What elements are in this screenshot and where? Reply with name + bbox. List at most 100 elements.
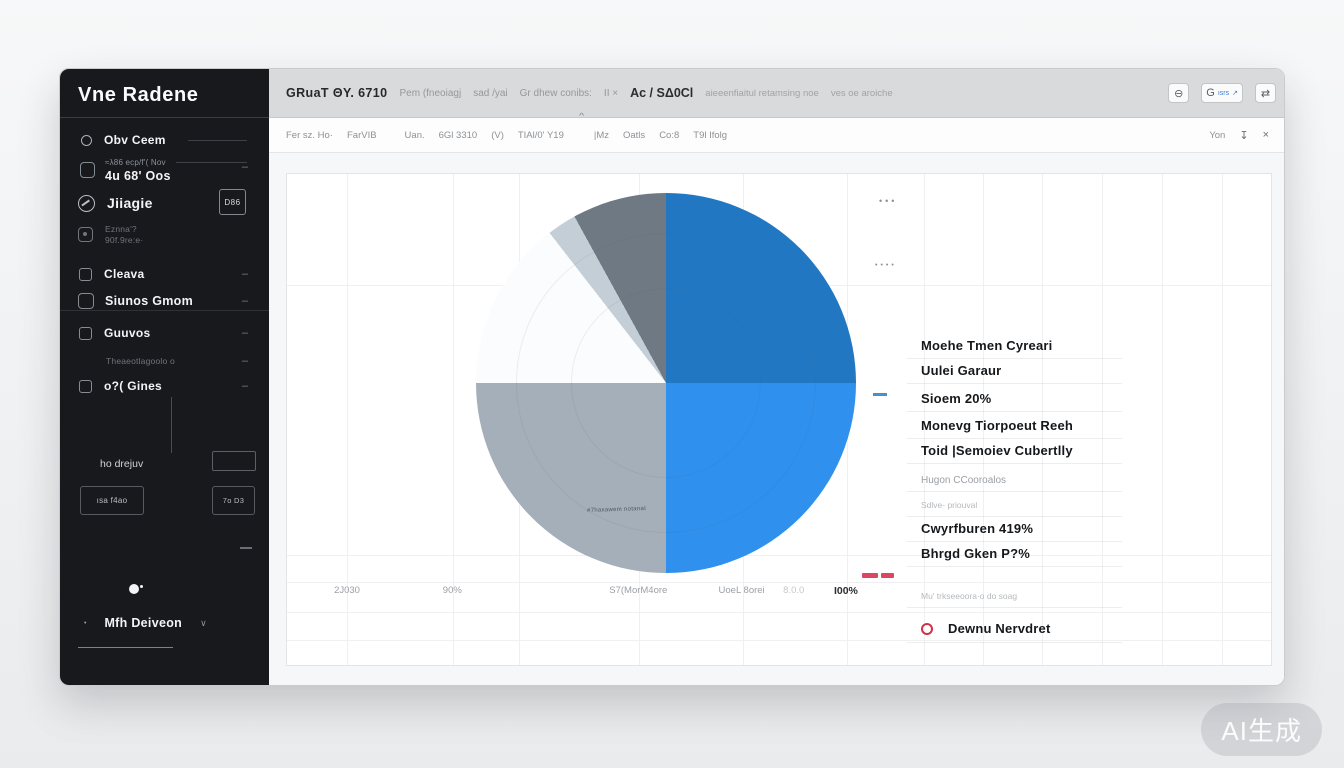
legend-row: Cwyrfburen 419% xyxy=(907,517,1122,542)
app-title: Vne Radene xyxy=(60,69,269,118)
sidebar-item-eznna[interactable]: Eznna'? 90f.9re:e· xyxy=(60,221,269,247)
legend-row: Sdlve- priouval xyxy=(907,492,1122,517)
axis-tick-label: 8.0.0 xyxy=(783,585,804,596)
gridline xyxy=(287,555,1271,556)
bullet-icon: • xyxy=(84,620,86,627)
clock-icon: ⊖ xyxy=(1174,87,1183,100)
legend: Moehe Tmen Cyreari Uulei Garaur Sioem 20… xyxy=(907,334,1122,643)
legend-row: Sioem 20% xyxy=(907,384,1122,412)
sidebar-item-label: o?( Gines xyxy=(104,379,162,393)
sidebar-item-guuvos[interactable]: Guuvos – xyxy=(60,324,269,342)
legend-row: Dewnu Nervdret xyxy=(907,616,1122,643)
square-dot-icon xyxy=(78,227,93,242)
gridline xyxy=(287,640,1271,641)
external-link-icon: ↗ xyxy=(1232,89,1238,97)
toolbar-subtext: ves oe aroiche xyxy=(831,88,893,99)
gridline xyxy=(287,582,1271,583)
chevron-down-icon: ∨ xyxy=(200,618,207,629)
axis-tick-label: I00% xyxy=(834,585,858,597)
red-dash-marker xyxy=(881,573,894,578)
sidebar-item-label: Obv Ceem xyxy=(104,133,166,147)
square-icon xyxy=(80,162,95,178)
menu-item[interactable]: T9l Ifolg xyxy=(693,130,727,141)
sidebar-item-label: Guuvos xyxy=(104,326,150,340)
empty-field-box[interactable] xyxy=(212,451,256,471)
legend-row xyxy=(907,567,1122,583)
menu-item[interactable]: TIAl/0' Y19 xyxy=(518,130,564,141)
sidebar-item-siunos[interactable]: Siunos Gmom – xyxy=(60,291,269,311)
sidebar-item-cleava[interactable]: Cleava – xyxy=(60,265,269,283)
pie-chart[interactable] xyxy=(476,193,856,573)
dash-indicator: – xyxy=(242,161,248,173)
pen-circle-icon xyxy=(78,195,95,212)
ellipsis-dots-icon: •••• xyxy=(875,262,897,269)
swap-icon: ⇄ xyxy=(1261,87,1270,100)
dash-indicator: – xyxy=(242,295,248,307)
chart-panel: #7haxawem notanat ••• •••• Moehe Tmen Cy… xyxy=(286,173,1272,666)
view-label[interactable]: Yon xyxy=(1209,130,1225,141)
sidebar-footer-button-left[interactable]: ısa f4ao xyxy=(80,486,144,515)
red-dash-marker xyxy=(862,573,878,578)
legend-spacer xyxy=(907,608,1122,616)
menu-item[interactable]: |Mz xyxy=(594,130,609,141)
menu-item[interactable]: (V) xyxy=(491,130,504,141)
g-icon: G xyxy=(1206,87,1215,99)
gridline xyxy=(287,612,1271,613)
main-area: GRuaT ΘY. 6710 Pem (fneoiagj sad /yai Gr… xyxy=(269,69,1284,685)
document-title: GRuaT ΘY. 6710 xyxy=(286,86,387,100)
link-label: ısrs xyxy=(1218,90,1229,97)
tree-connector-line xyxy=(171,397,172,453)
history-button[interactable]: ⊖ xyxy=(1168,83,1189,103)
badge: D86 xyxy=(219,189,246,215)
legend-row: Toid |Semoiev Cubertlly xyxy=(907,439,1122,464)
caret-up-icon: ^ xyxy=(579,112,584,120)
toolbar-item[interactable]: Pem (fneoiagj xyxy=(399,88,461,99)
sidebar-footer-button-right[interactable]: 7o D3 xyxy=(212,486,255,515)
square-icon xyxy=(79,380,92,393)
divider xyxy=(176,162,247,163)
axis-tick-label: 2J030 xyxy=(334,585,360,596)
dash-indicator: – xyxy=(242,355,248,367)
content-area: #7haxawem notanat ••• •••• Moehe Tmen Cy… xyxy=(269,153,1284,685)
download-icon[interactable]: ↧ xyxy=(1239,129,1248,142)
blue-dash-marker xyxy=(873,393,887,396)
sidebar-item-label: Jiiagie xyxy=(107,195,153,211)
sidebar-item-gines[interactable]: o?( Gines – xyxy=(60,377,269,395)
menu-item[interactable]: Co:8 xyxy=(659,130,679,141)
menu-item[interactable]: FarVIB xyxy=(347,130,377,141)
dash-indicator: – xyxy=(242,380,248,392)
toolbar-path-label: Ac / SΔ0Cl xyxy=(630,86,693,100)
close-icon[interactable]: × xyxy=(1263,129,1269,141)
circle-icon xyxy=(81,135,92,146)
dash-indicator xyxy=(240,547,252,549)
menu-item[interactable]: Oatls xyxy=(623,130,645,141)
square-icon xyxy=(79,268,92,281)
menu-item[interactable]: 6Gl 3310 xyxy=(439,130,478,141)
legend-row: Monevg Tiorpoeut Reeh xyxy=(907,412,1122,439)
square-icon xyxy=(79,327,92,340)
ai-generated-watermark: AI生成 xyxy=(1201,703,1322,756)
dash-indicator: – xyxy=(242,327,248,339)
swap-button[interactable]: ⇄ xyxy=(1255,83,1276,103)
legend-row: Hugon CCooroalos xyxy=(907,464,1122,492)
red-circle-icon xyxy=(921,623,933,635)
menu-item[interactable]: Uan. xyxy=(405,130,425,141)
sidebar-item-theaeot[interactable]: Theaeotlagoolo o – xyxy=(60,354,269,368)
gridline xyxy=(1222,174,1223,665)
toolbar-item[interactable]: II × xyxy=(604,88,618,99)
divider xyxy=(188,140,247,141)
account-menu[interactable]: • Mfh Deiveon ∨ xyxy=(60,614,269,632)
legend-row: Uulei Garaur xyxy=(907,359,1122,384)
toolbar-item[interactable]: Gr dhew conibs: xyxy=(520,88,592,99)
account-label: Mfh Deiveon xyxy=(104,616,182,630)
sidebar-item-subtext: Eznna'? xyxy=(105,224,143,234)
toolbar-item[interactable]: sad /yai xyxy=(473,88,507,99)
sidebar-item-obv-ceem[interactable]: Obv Ceem xyxy=(60,131,269,149)
menu-item[interactable]: Fer sz. Ho· xyxy=(286,130,333,141)
status-dot-icon xyxy=(129,584,139,594)
legend-row: Bhrgd Gken P?% xyxy=(907,542,1122,567)
sidebar-item-4u68[interactable]: ≈λ86 ecp/f'( Nov 4u 68' Oos – xyxy=(60,155,269,185)
sidebar-item-jiiagie[interactable]: Jiiagie D86 xyxy=(60,189,269,217)
share-button[interactable]: G ısrs ↗ xyxy=(1201,83,1243,103)
dash-indicator: – xyxy=(242,268,248,280)
